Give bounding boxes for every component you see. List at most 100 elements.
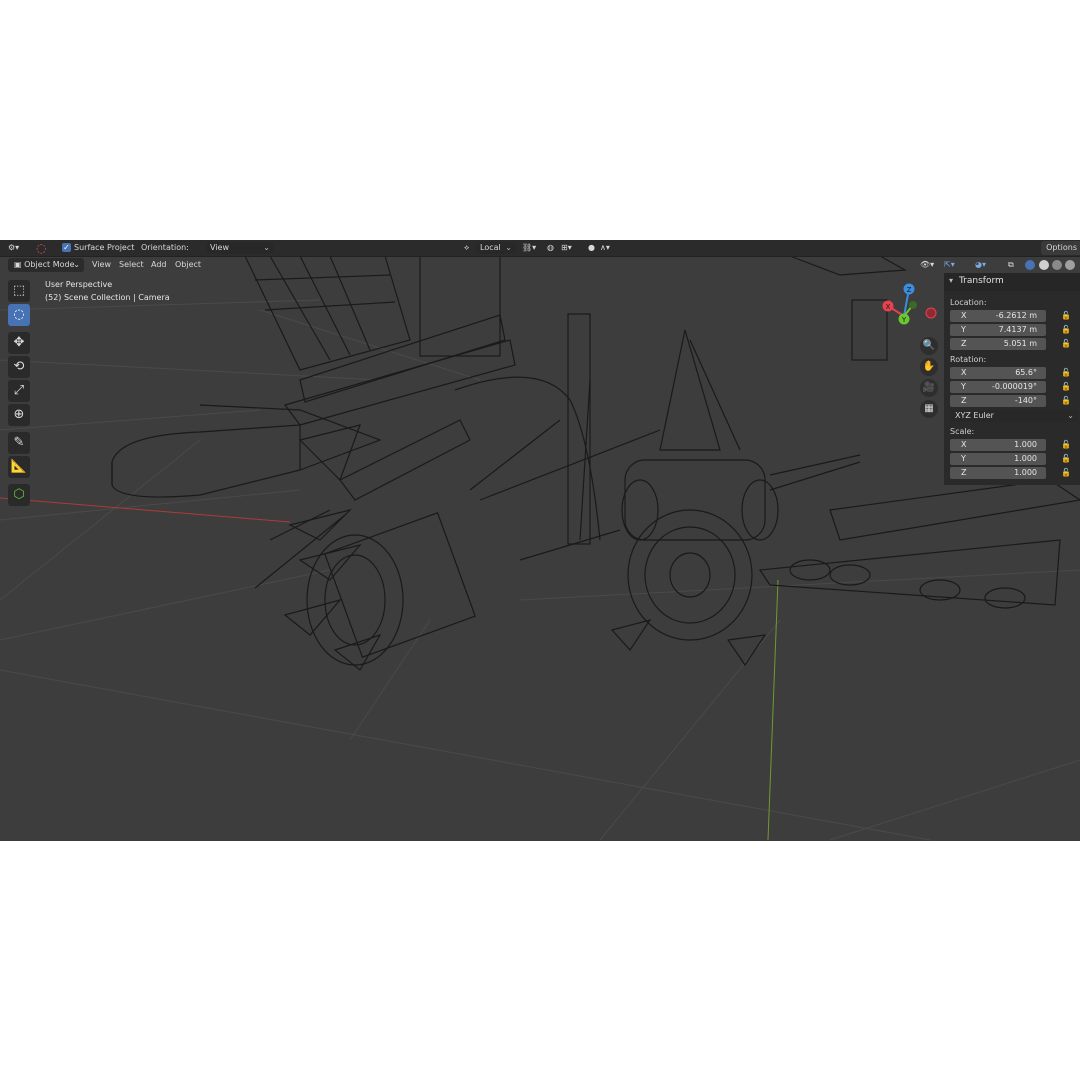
- location-x-field[interactable]: X -6.2612 m: [950, 310, 1046, 322]
- snap-target-icon[interactable]: ⊞▾: [561, 241, 581, 255]
- editor-type-icon[interactable]: ⚙▾: [8, 241, 30, 255]
- select-circle-tool-icon[interactable]: ◌: [36, 241, 52, 255]
- lock-icon[interactable]: 🔓: [1061, 454, 1071, 463]
- select-box-tool[interactable]: ⬚: [8, 280, 30, 302]
- field-value: 7.4137 m: [998, 325, 1037, 334]
- viewport-3d[interactable]: [0, 240, 1080, 841]
- x-axis-line: [0, 497, 291, 523]
- axis-label: X: [961, 311, 967, 320]
- orientation-dropdown[interactable]: View ⌄: [206, 242, 274, 254]
- cursor-icon: ⬚: [12, 283, 26, 298]
- transform-pivot-icon[interactable]: ⟡: [464, 241, 476, 255]
- rotation-mode-value: XYZ Euler: [955, 411, 994, 420]
- chevron-down-icon: ⌄: [1067, 411, 1074, 420]
- transform-icon: ⊕: [13, 407, 25, 422]
- gizmo-neg-x-dot[interactable]: [925, 307, 937, 319]
- axis-label: Y: [961, 454, 966, 463]
- surface-project-checkbox[interactable]: ✓: [62, 243, 71, 252]
- pan-hand-icon[interactable]: ✋: [920, 358, 938, 376]
- location-z-field[interactable]: Z 5.051 m: [950, 338, 1046, 350]
- measure-tool[interactable]: 📐: [8, 456, 30, 478]
- location-y-field[interactable]: Y 7.4137 m: [950, 324, 1046, 336]
- viewport-header: ▣ Object Mode ⌄ View Select Add Object 👁…: [0, 257, 1080, 273]
- field-value: 65.6°: [1015, 368, 1037, 377]
- pivot-dropdown[interactable]: Local ⌄: [476, 242, 516, 254]
- scale-z-field[interactable]: Z 1.000: [950, 467, 1046, 479]
- add-menu[interactable]: Add: [151, 258, 167, 272]
- pivot-point-icon[interactable]: ●: [588, 241, 598, 255]
- chevron-down-icon: ⌄: [505, 243, 512, 252]
- field-value: 1.000: [1014, 440, 1037, 449]
- scale-icon: ⤢: [13, 383, 25, 398]
- field-value: 1.000: [1014, 468, 1037, 477]
- axis-label: X: [961, 440, 967, 449]
- axis-label: Z: [961, 339, 967, 348]
- proportional-edit-icon[interactable]: ◍: [547, 241, 559, 255]
- rotate-icon: ⟲: [13, 359, 25, 374]
- rotation-x-field[interactable]: X 65.6°: [950, 367, 1046, 379]
- orientation-label: Orientation:: [141, 243, 189, 252]
- tool-header: ⚙▾ ◌ ✓ Surface Project Orientation: View…: [0, 240, 1080, 257]
- gizmo-z-label: Z: [907, 286, 912, 294]
- xray-icon[interactable]: ⧉: [1008, 258, 1018, 272]
- object-menu[interactable]: Object: [175, 258, 201, 272]
- lock-icon[interactable]: 🔓: [1061, 311, 1071, 320]
- surface-project-label: Surface Project: [74, 243, 135, 252]
- view-menu[interactable]: View: [92, 258, 111, 272]
- rotation-y-field[interactable]: Y -0.000019°: [950, 381, 1046, 393]
- circle-select-icon: ◌: [13, 307, 25, 322]
- pencil-icon: ✎: [13, 435, 25, 450]
- gizmo-y-label: Y: [901, 316, 907, 324]
- rotation-mode-dropdown[interactable]: XYZ Euler ⌄: [950, 410, 1078, 422]
- lock-icon[interactable]: 🔓: [1061, 325, 1071, 334]
- field-value: -140°: [1014, 396, 1037, 405]
- zoom-icon[interactable]: 🔍: [920, 337, 938, 355]
- navigation-gizmo[interactable]: X Z Y: [876, 282, 940, 328]
- lock-icon[interactable]: 🔓: [1061, 440, 1071, 449]
- object-mode-icon: ▣: [14, 260, 25, 269]
- visibility-icon[interactable]: 👁▾: [920, 258, 942, 272]
- field-value: 5.051 m: [1003, 339, 1037, 348]
- gizmo-neg-y-dot[interactable]: [909, 301, 917, 309]
- object-mode-dropdown[interactable]: ▣ Object Mode ⌄: [8, 258, 84, 272]
- rendered-shading-icon[interactable]: [1065, 260, 1075, 270]
- floor-grid: [0, 299, 1080, 841]
- scale-tool[interactable]: ⤢: [8, 380, 30, 402]
- rotation-z-field[interactable]: Z -140°: [950, 395, 1046, 407]
- select-menu[interactable]: Select: [119, 258, 144, 272]
- add-cube-tool[interactable]: ⬡: [8, 484, 30, 506]
- falloff-icon[interactable]: ∧▾: [600, 241, 618, 255]
- object-mode-label: Object Mode: [24, 260, 75, 269]
- lock-icon[interactable]: 🔓: [1061, 368, 1071, 377]
- gizmo-toggle-icon[interactable]: ⇱▾: [944, 258, 966, 272]
- y-axis-line: [767, 579, 779, 841]
- scale-y-field[interactable]: Y 1.000: [950, 453, 1046, 465]
- ruler-icon: 📐: [10, 459, 28, 474]
- scale-label: Scale:: [950, 427, 975, 436]
- lock-icon[interactable]: 🔓: [1061, 382, 1071, 391]
- solid-shading-icon[interactable]: [1039, 260, 1049, 270]
- camera-icon[interactable]: 🎥: [920, 379, 938, 397]
- axis-label: X: [961, 368, 967, 377]
- select-circle-tool[interactable]: ◌: [8, 304, 30, 326]
- gizmo-x-label: X: [886, 303, 891, 311]
- transform-panel-header[interactable]: ▾ Transform: [944, 273, 1080, 291]
- rotate-tool[interactable]: ⟲: [8, 356, 30, 378]
- lock-icon[interactable]: 🔓: [1061, 468, 1071, 477]
- lock-icon[interactable]: 🔓: [1061, 396, 1071, 405]
- wireframe-shading-icon[interactable]: [1025, 260, 1035, 270]
- overlays-icon[interactable]: ◕▾: [975, 258, 999, 272]
- axis-label: Y: [961, 382, 966, 391]
- snap-link-icon[interactable]: ⛓▾: [522, 241, 542, 255]
- axis-label: Z: [961, 468, 967, 477]
- move-tool[interactable]: ✥: [8, 332, 30, 354]
- transform-tool[interactable]: ⊕: [8, 404, 30, 426]
- chevron-down-icon: ⌄: [263, 243, 270, 252]
- options-button[interactable]: Options: [1041, 241, 1080, 255]
- annotate-tool[interactable]: ✎: [8, 432, 30, 454]
- lock-icon[interactable]: 🔓: [1061, 339, 1071, 348]
- location-label: Location:: [950, 298, 987, 307]
- scale-x-field[interactable]: X 1.000: [950, 439, 1046, 451]
- material-shading-icon[interactable]: [1052, 260, 1062, 270]
- grid-perspective-icon[interactable]: ▦: [920, 400, 938, 418]
